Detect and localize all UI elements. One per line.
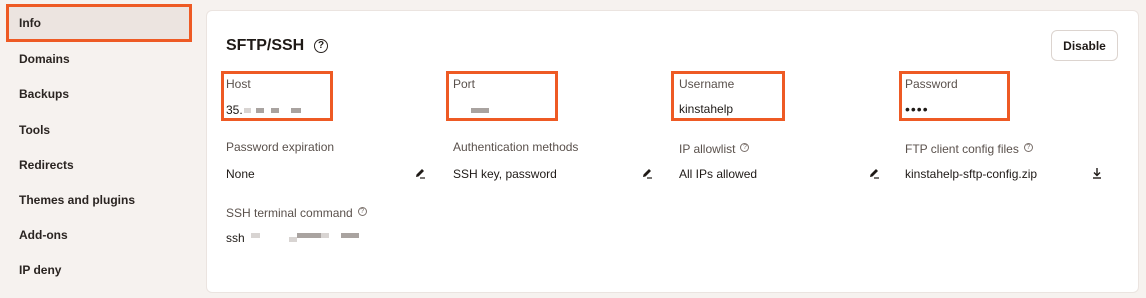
password-field: Password: [905, 77, 958, 91]
sidebar-item-add-ons[interactable]: Add-ons: [8, 218, 190, 252]
sidebar-item-label: Info: [19, 16, 41, 30]
ftp-client-config-value: kinstahelp-sftp-config.zip: [905, 167, 1038, 181]
port-field: Port: [453, 77, 475, 91]
ip-allowlist-label: IP allowlist: [679, 142, 736, 156]
host-value: 35.: [226, 103, 243, 117]
ip-allowlist-value: All IPs allowed: [679, 167, 758, 181]
ssh-terminal-command-value: ssh: [226, 231, 245, 245]
redacted-mark: [297, 233, 321, 238]
sidebar-item-label: Redirects: [19, 158, 74, 172]
username-value: kinstahelp: [679, 102, 734, 116]
help-icon[interactable]: ?: [1023, 143, 1033, 152]
download-icon[interactable]: [1090, 166, 1104, 180]
sidebar-item-label: Add-ons: [19, 228, 68, 242]
password-expiration-value: None: [226, 167, 255, 181]
pencil-icon[interactable]: [867, 166, 881, 180]
host-label: Host: [226, 77, 251, 91]
authentication-methods-label: Authentication methods: [453, 140, 579, 154]
sidebar-item-label: Themes and plugins: [19, 193, 136, 207]
authentication-methods-field: Authentication methods: [453, 140, 578, 154]
password-label: Password: [905, 77, 958, 91]
host-field: Host: [226, 77, 251, 91]
sidebar-item-label: Backups: [19, 87, 70, 101]
help-icon[interactable]: ?: [314, 39, 328, 53]
sidebar-item-ip-deny[interactable]: IP deny: [8, 253, 190, 287]
help-icon[interactable]: ?: [357, 207, 367, 216]
redacted-mark: [289, 237, 297, 242]
redacted-mark: [341, 233, 359, 238]
redacted-mark: [291, 108, 301, 113]
sidebar-item-themes-and-plugins[interactable]: Themes and plugins: [8, 183, 190, 217]
redacted-mark: [471, 108, 489, 113]
sidebar-item-domains[interactable]: Domains: [8, 42, 190, 76]
sidebar: Info Domains Backups Tools Redirects The…: [0, 0, 195, 298]
username-label: Username: [679, 77, 735, 91]
sidebar-item-label: Domains: [19, 52, 70, 66]
help-icon[interactable]: ?: [740, 143, 750, 152]
redacted-mark: [256, 108, 264, 113]
password-expiration-field: Password expiration: [226, 140, 334, 154]
pencil-icon[interactable]: [413, 166, 427, 180]
ftp-client-config-field: FTP client config files?: [905, 140, 1033, 158]
port-label: Port: [453, 77, 476, 91]
pencil-icon[interactable]: [640, 166, 654, 180]
ftp-client-config-label: FTP client config files: [905, 142, 1019, 156]
sidebar-item-label: IP deny: [19, 263, 62, 277]
disable-button[interactable]: Disable: [1051, 30, 1118, 61]
card-title: SFTP/SSH: [226, 37, 305, 54]
sidebar-item-redirects[interactable]: Redirects: [8, 148, 190, 182]
redacted-mark: [244, 108, 251, 113]
ssh-terminal-command-field: SSH terminal command?: [226, 204, 367, 222]
sidebar-item-tools[interactable]: Tools: [8, 113, 190, 147]
password-expiration-label: Password expiration: [226, 140, 335, 154]
redacted-mark: [271, 108, 279, 113]
ssh-terminal-command-label: SSH terminal command: [226, 206, 353, 220]
redacted-mark: [251, 233, 260, 238]
sftp-ssh-card: SFTP/SSH ? Disable Host 35. Port Usernam…: [206, 10, 1139, 293]
username-field: Username: [679, 77, 734, 91]
sidebar-item-label: Tools: [19, 123, 51, 137]
ip-allowlist-field: IP allowlist?: [679, 140, 750, 158]
sidebar-item-backups[interactable]: Backups: [8, 77, 190, 111]
password-value: ••••: [905, 101, 929, 117]
sidebar-item-info[interactable]: Info: [6, 4, 192, 42]
authentication-methods-value: SSH key, password: [453, 167, 557, 181]
redacted-mark: [321, 233, 329, 238]
